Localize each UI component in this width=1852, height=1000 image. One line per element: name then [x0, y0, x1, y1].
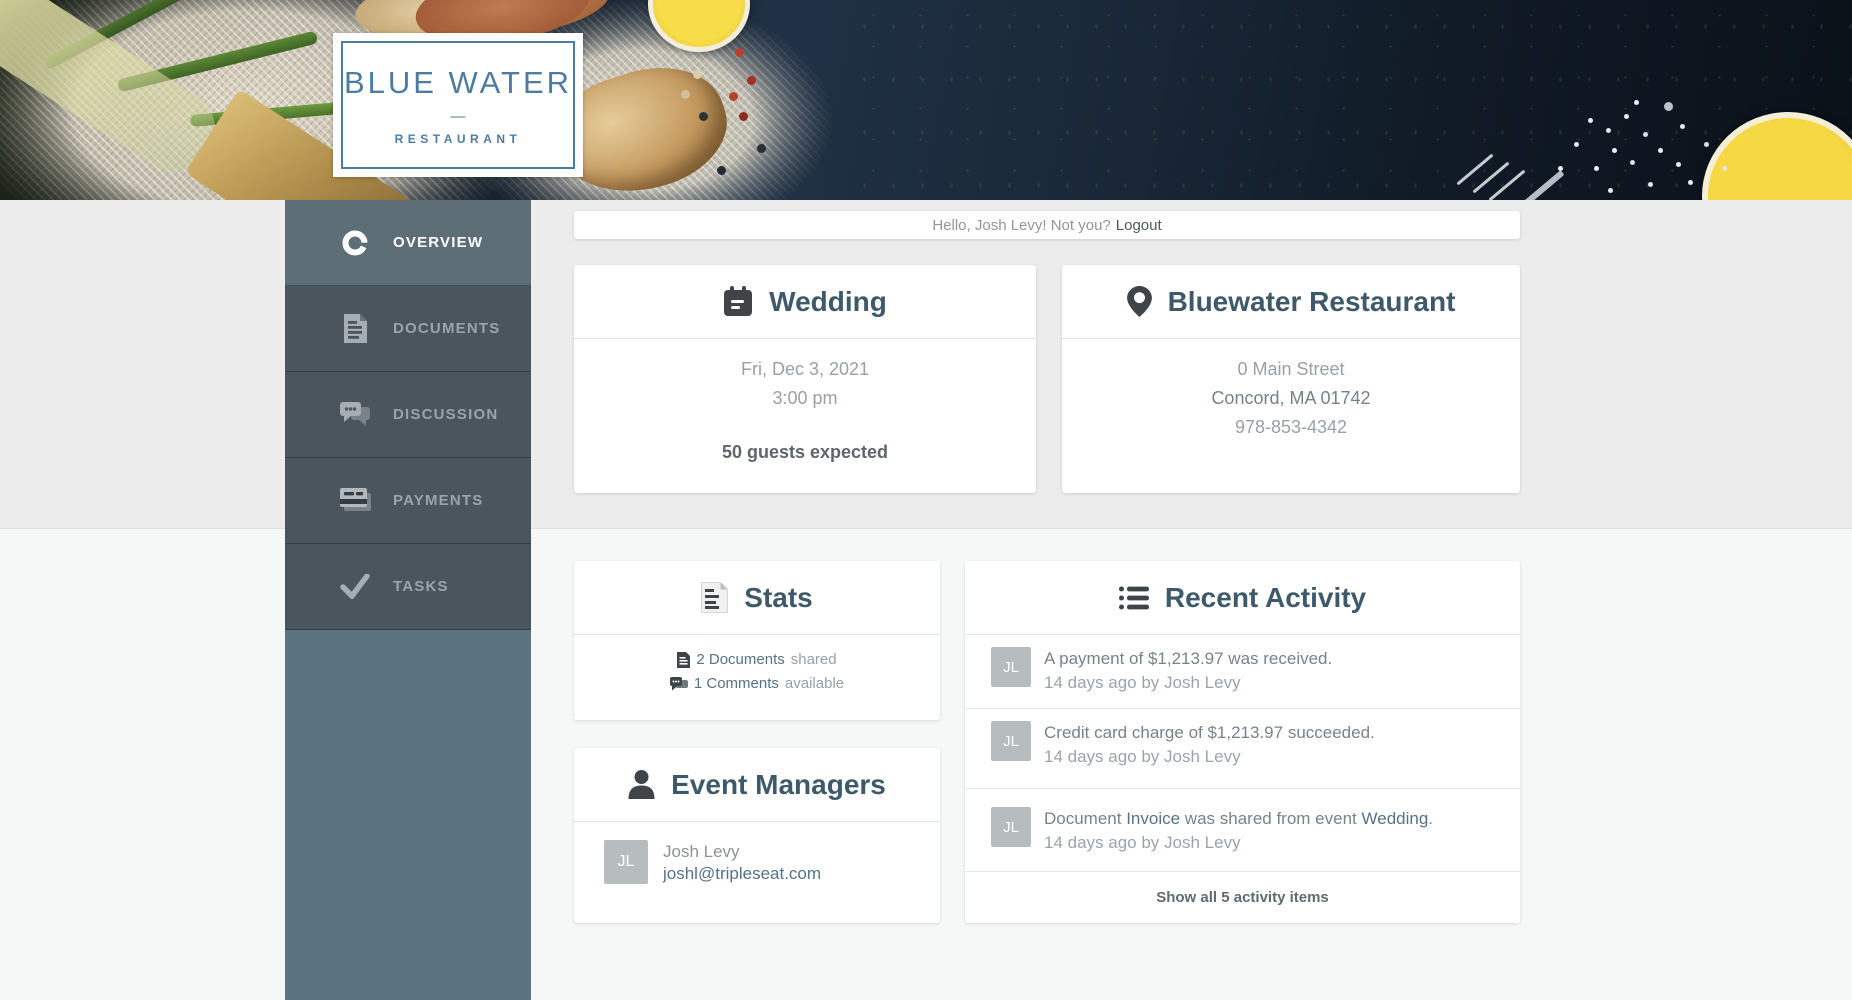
documents-shared-link[interactable]: 2 Documents: [696, 648, 784, 672]
sidebar-item-discussion[interactable]: DISCUSSION: [285, 372, 531, 458]
wedding-link[interactable]: Wedding: [1362, 809, 1429, 828]
guest-portal-page: BLUE WATER — RESTAURANT OVERVIEW: [0, 0, 1852, 1000]
checkmark-icon: [329, 574, 381, 599]
page-icon: [701, 582, 728, 613]
event-date: Fri, Dec 3, 2021: [574, 355, 1036, 384]
manager-name: Josh Levy: [663, 841, 821, 863]
venue-card: Bluewater Restaurant 0 Main Street Conco…: [1062, 265, 1520, 493]
stats-card: Stats 2 Documents shared: [574, 561, 940, 720]
calendar-icon: [723, 286, 753, 317]
activity-meta: 14 days ago by Josh Levy: [1044, 671, 1500, 695]
avatar: JL: [991, 721, 1031, 761]
activity-text: Credit card charge of $1,213.97 succeede…: [1044, 721, 1500, 745]
stat-comments-row: 1 Comments available: [574, 672, 940, 696]
event-summary-card: Wedding Fri, Dec 3, 2021 3:00 pm 50 gues…: [574, 265, 1036, 493]
activity-meta: 14 days ago by Josh Levy: [1044, 831, 1500, 855]
comments-available-suffix: available: [785, 672, 844, 696]
avatar: JL: [991, 647, 1031, 687]
activity-item: JL A payment of $1,213.97 was received. …: [965, 635, 1520, 709]
logout-link[interactable]: Logout: [1116, 217, 1162, 234]
activity-text: A payment of $1,213.97 was received.: [1044, 647, 1500, 671]
manager-email-link[interactable]: joshl@tripleseat.com: [663, 863, 821, 885]
activity-text: Document Invoice was shared from event W…: [1044, 807, 1500, 831]
stats-title: Stats: [744, 582, 812, 614]
logo-dash: —: [333, 108, 583, 125]
event-title: Wedding: [769, 286, 887, 318]
show-all-activity-link[interactable]: Show all 5 activity items: [965, 872, 1520, 922]
event-guest-count: 50 guests expected: [574, 442, 1036, 463]
sidebar-item-documents[interactable]: DOCUMENTS: [285, 286, 531, 372]
recent-activity-card: Recent Activity JL A payment of $1,213.9…: [965, 561, 1520, 923]
chat-bubbles-icon: [329, 402, 381, 428]
venue-address-line2: Concord, MA 01742: [1062, 384, 1520, 413]
invoice-link[interactable]: Invoice: [1126, 809, 1180, 828]
venue-address-line1: 0 Main Street: [1062, 355, 1520, 384]
list-icon: [1119, 586, 1149, 610]
restaurant-logo: BLUE WATER — RESTAURANT: [333, 33, 583, 177]
avatar: JL: [604, 840, 648, 884]
logo-title: BLUE WATER: [333, 65, 583, 101]
sidebar-filler: [285, 630, 531, 1000]
credit-card-icon: [329, 488, 381, 513]
activity-item: JL Credit card charge of $1,213.97 succe…: [965, 709, 1520, 789]
greeting-bar: Hello, Josh Levy! Not you? Logout: [574, 211, 1520, 239]
avatar: JL: [991, 807, 1031, 847]
stat-documents-row: 2 Documents shared: [574, 648, 940, 672]
activity-meta: 14 days ago by Josh Levy: [1044, 745, 1500, 769]
manager-list-item: JL Josh Levy joshl@tripleseat.com: [574, 822, 940, 885]
comments-available-link[interactable]: 1 Comments: [694, 672, 779, 696]
venue-phone: 978-853-4342: [1062, 413, 1520, 442]
documents-shared-suffix: shared: [791, 648, 837, 672]
peppercorns: [735, 48, 744, 57]
mini-chat-icon: [670, 677, 688, 692]
map-pin-icon: [1127, 286, 1152, 317]
venue-title: Bluewater Restaurant: [1168, 286, 1456, 318]
sidebar-item-tasks[interactable]: TASKS: [285, 544, 531, 630]
sidebar-item-overview[interactable]: OVERVIEW: [285, 200, 531, 286]
sidebar-nav: OVERVIEW DOCUMENTS: [285, 200, 531, 1000]
salt-crystals: [1588, 118, 1593, 123]
event-time: 3:00 pm: [574, 384, 1036, 413]
person-icon: [628, 770, 655, 799]
activity-title: Recent Activity: [1165, 582, 1366, 614]
activity-item: JL Document Invoice was shared from even…: [965, 789, 1520, 872]
sidebar-item-payments[interactable]: PAYMENTS: [285, 458, 531, 544]
ring-icon: [329, 229, 381, 257]
greeting-text: Hello, Josh Levy! Not you?: [932, 217, 1110, 234]
header-photo: [0, 0, 1852, 200]
gold-speckles-texture: [850, 0, 1852, 200]
document-icon: [329, 314, 381, 343]
managers-title: Event Managers: [671, 769, 886, 801]
event-managers-card: Event Managers JL Josh Levy joshl@triple…: [574, 748, 940, 923]
logo-subtitle: RESTAURANT: [333, 132, 583, 146]
mini-document-icon: [677, 652, 690, 668]
